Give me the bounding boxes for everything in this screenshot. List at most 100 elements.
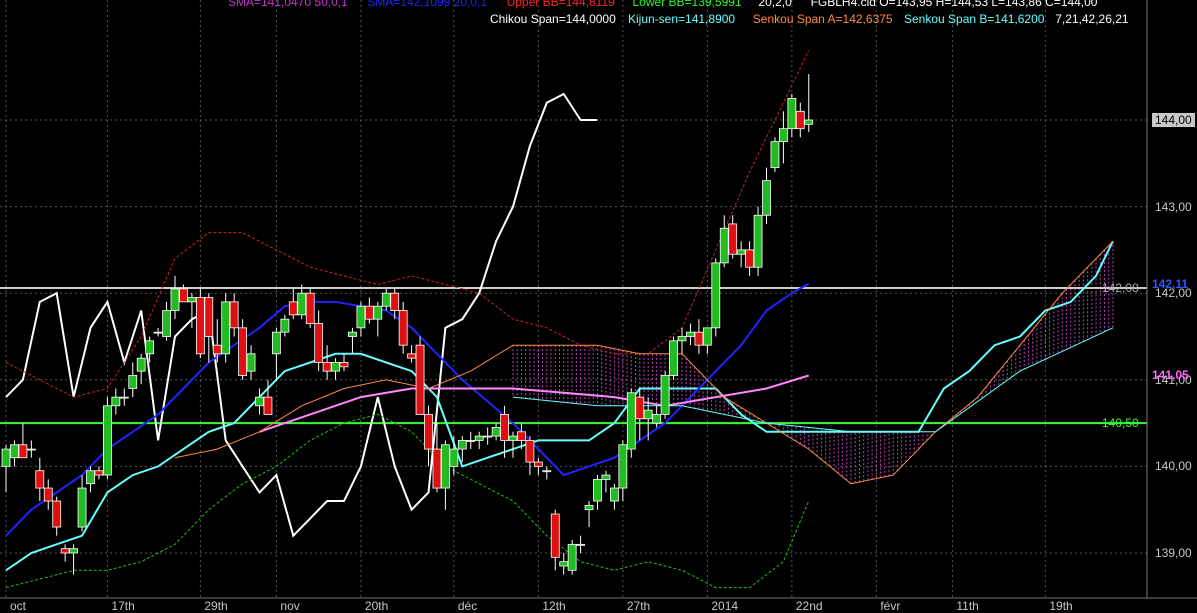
candle-body (643, 409, 653, 420)
candle-body (238, 327, 248, 376)
candle-body (255, 396, 264, 407)
legend-ichimoku-item: Chikou Span=144,0000 (490, 12, 616, 26)
candle-body (745, 249, 754, 268)
legend-top-item: Upper BB=144,8119 (506, 0, 615, 9)
legend-ichimoku-item: 7,21,42,26,21 (1055, 12, 1129, 26)
chart-background (0, 0, 1197, 611)
candle-body (508, 435, 518, 441)
candle-body (195, 297, 205, 355)
time-axis-label: 17th (111, 599, 135, 613)
candle-body (145, 340, 155, 355)
candle-body (626, 392, 636, 450)
legend-ichimoku-item: Senkou Span A=142,6375 (752, 12, 893, 26)
candle-body (787, 97, 797, 130)
candle-body (736, 249, 746, 255)
candle-body (339, 362, 349, 368)
candle-body (86, 470, 95, 485)
candle-body (576, 543, 585, 546)
time-axis-label: déc (457, 599, 478, 613)
candle-body (567, 543, 577, 571)
time-axis-label: 27th (626, 599, 651, 613)
candle-body (601, 474, 611, 480)
time-axis-label: 22nd (795, 599, 823, 613)
time-axis-label: 20th (364, 599, 389, 613)
candle-body (770, 141, 780, 169)
candle-body (584, 504, 594, 511)
candle-body (381, 292, 391, 307)
candle-body (263, 396, 273, 415)
candle-body (660, 375, 670, 415)
candle-body (635, 396, 645, 420)
candle-body (449, 448, 459, 467)
time-axis-label: nov (280, 599, 300, 613)
price-tag: 140,50 (1102, 416, 1139, 431)
candle-body (356, 305, 366, 329)
legend-top-item: 20,2,0 (758, 0, 792, 9)
candle-body (779, 128, 788, 143)
candle-body (52, 500, 62, 528)
candle-body (474, 435, 484, 441)
time-axis-label: 19th (1049, 599, 1073, 613)
candle-body (542, 470, 552, 473)
candle-body (483, 435, 493, 438)
candle-body (559, 561, 569, 567)
candle-body (593, 478, 602, 502)
time-axis-label: 29th (204, 599, 228, 613)
candle-body (1, 448, 11, 467)
candle-body (119, 396, 129, 399)
candle-body (517, 431, 526, 441)
candle-body (212, 344, 222, 355)
candle-body (288, 301, 298, 316)
candle-body (618, 444, 628, 489)
candle-body (500, 414, 509, 441)
time-axis-label: févr (880, 599, 901, 613)
candle-body (804, 119, 814, 125)
candle-body (491, 427, 501, 437)
candle-body (246, 353, 256, 372)
candle-body (762, 180, 771, 216)
candle-body (415, 344, 425, 415)
candle-body (187, 297, 197, 303)
price-axis-label: 140,00 (1155, 459, 1192, 474)
legend-ichimoku-item: Senkou Span B=141,6200 (904, 12, 1045, 26)
candle-body (111, 396, 121, 407)
candle-body (170, 288, 180, 311)
candle-body (432, 448, 442, 489)
candle-body (466, 440, 476, 442)
price-tag: 142,08 (1102, 281, 1139, 295)
candle-body (753, 214, 763, 268)
candle-body (153, 331, 163, 334)
candle-body (533, 461, 543, 467)
candle-body (677, 336, 687, 342)
candle-body (136, 357, 146, 372)
candle-body (550, 513, 560, 558)
candle-body (711, 262, 721, 329)
time-axis-label: 11th (956, 599, 979, 613)
candle-body (305, 292, 315, 324)
price-tag: 142,11 (1152, 276, 1189, 291)
legend-top-item: SMA=142,1099 20,0,1 (367, 0, 488, 9)
candle-body (719, 227, 729, 264)
price-tag: 144,00 (1152, 113, 1195, 127)
price-chart[interactable] (0, 0, 1197, 611)
candle-body (322, 362, 332, 372)
candle-body (18, 444, 28, 459)
candle-body (795, 110, 805, 130)
candle-body (407, 353, 417, 359)
candle-body (652, 414, 662, 424)
candle-body (364, 305, 374, 320)
candle-body (314, 323, 324, 363)
time-axis-label: 2014 (711, 599, 739, 613)
candle-body (128, 375, 138, 389)
candle-body (94, 470, 104, 476)
candle-body (331, 362, 340, 372)
candle-body (35, 470, 45, 489)
candle-body (280, 318, 290, 333)
candle-body (221, 301, 231, 355)
candle-body (694, 331, 704, 346)
candle-body (440, 444, 450, 489)
candle-body (390, 292, 400, 311)
candle-body (525, 440, 535, 463)
candle-body (10, 444, 19, 459)
candle-body (728, 223, 738, 255)
